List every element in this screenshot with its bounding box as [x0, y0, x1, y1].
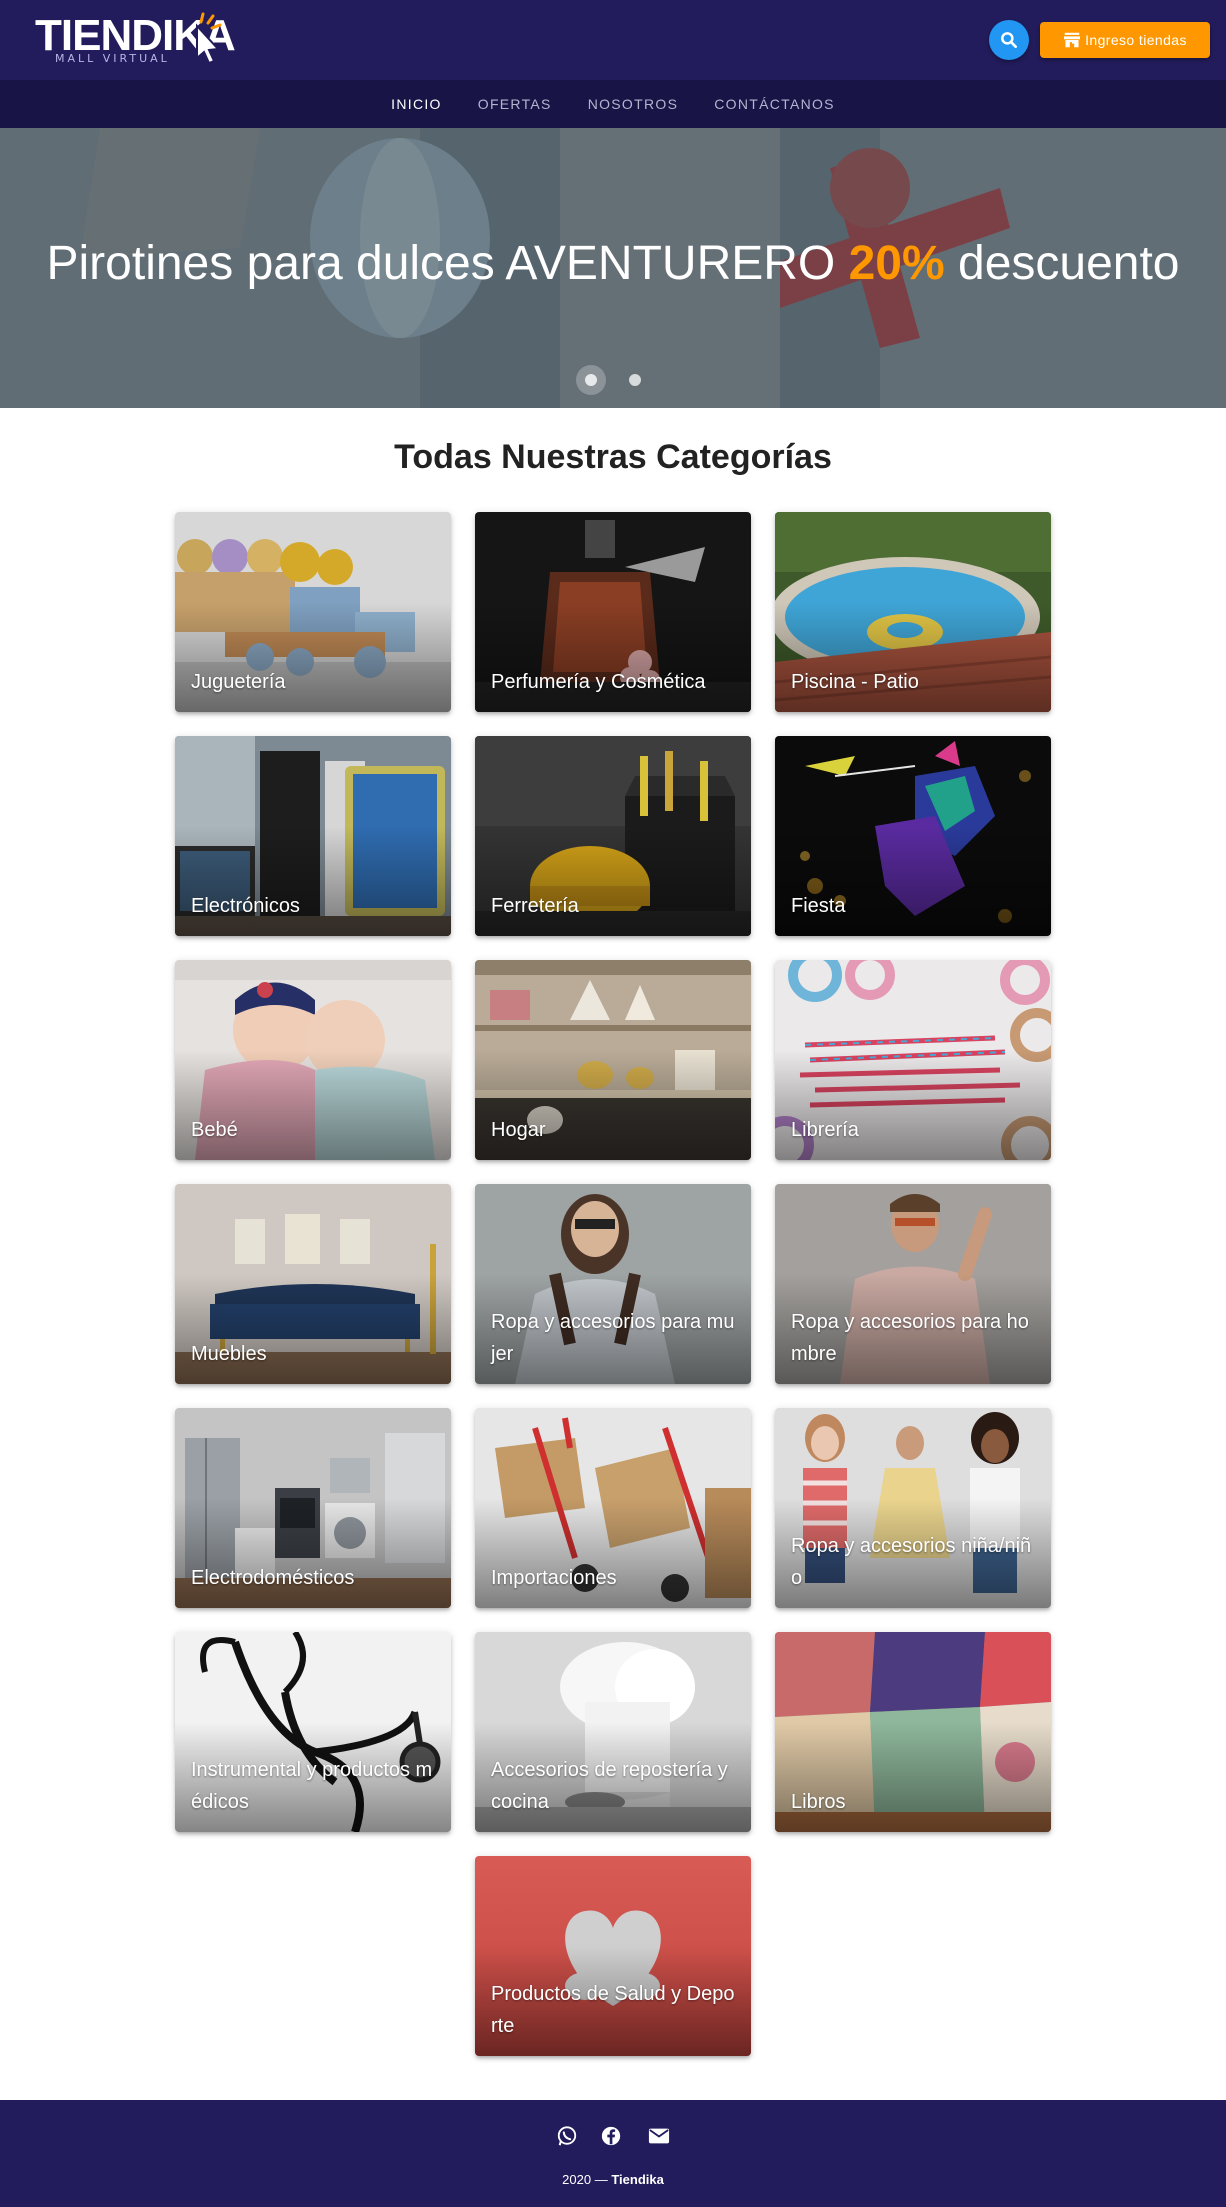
category-card-libreria[interactable]: Librería — [775, 960, 1051, 1160]
category-card-ropa-hombre[interactable]: Ropa y accesorios para hombre — [775, 1184, 1051, 1384]
category-card-muebles[interactable]: Muebles — [175, 1184, 451, 1384]
category-card-libros[interactable]: Libros — [775, 1632, 1051, 1832]
category-card-fiesta[interactable]: Fiesta — [775, 736, 1051, 936]
email-link[interactable] — [645, 2122, 673, 2150]
category-label: Libros — [791, 1791, 846, 1813]
category-label: Ropa y accesorios para hombre — [791, 1311, 1029, 1365]
email-icon — [648, 2128, 670, 2144]
category-card-ropa-mujer[interactable]: Ropa y accesorios para mujer — [475, 1184, 751, 1384]
category-label: Accesorios de repostería y cocina — [491, 1759, 728, 1813]
category-card-ferreteria[interactable]: Ferretería — [475, 736, 751, 936]
whatsapp-icon — [557, 2126, 577, 2146]
nav-nosotros[interactable]: NOSOTROS — [570, 80, 697, 128]
category-card-jugueteria[interactable]: Juguetería — [175, 512, 451, 712]
footer-brand: Tiendika — [611, 2172, 664, 2187]
category-card-reposteria-cocina[interactable]: Accesorios de repostería y cocina — [475, 1632, 751, 1832]
search-icon — [1001, 32, 1017, 49]
store-icon — [1064, 32, 1081, 48]
category-label: Juguetería — [191, 671, 286, 693]
carousel-dot-1[interactable] — [576, 365, 606, 395]
category-label: Hogar — [491, 1119, 546, 1141]
category-card-electrodomesticos[interactable]: Electrodomésticos — [175, 1408, 451, 1608]
category-label: Fiesta — [791, 895, 846, 917]
category-card-piscina-patio[interactable]: Piscina - Patio — [775, 512, 1051, 712]
facebook-icon — [601, 2126, 621, 2146]
category-card-bebe[interactable]: Bebé — [175, 960, 451, 1160]
store-login-button[interactable]: Ingreso tiendas — [1040, 22, 1210, 58]
category-label: Piscina - Patio — [791, 671, 919, 693]
category-label: Instrumental y productos médicos — [191, 1759, 433, 1813]
nav-contactanos[interactable]: CONTÁCTANOS — [696, 80, 853, 128]
category-label: Librería — [791, 1119, 859, 1141]
category-label: Productos de Salud y Deporte — [491, 1983, 735, 2037]
category-card-importaciones[interactable]: Importaciones — [475, 1408, 751, 1608]
footer: 2020 — Tiendika — [0, 2100, 1226, 2207]
hero-carousel[interactable]: Pirotines para dulces AVENTURERO 20% des… — [0, 128, 1226, 408]
category-label: Importaciones — [491, 1567, 617, 1589]
category-label: Electrónicos — [191, 895, 300, 917]
category-label: Muebles — [191, 1343, 267, 1365]
top-app-bar: TIENDIKA MALL VIRTUAL Ingreso tiendas — [0, 0, 1226, 80]
categories-title: Todas Nuestras Categorías — [394, 438, 832, 476]
category-card-hogar[interactable]: Hogar — [475, 960, 751, 1160]
nav-ofertas[interactable]: OFERTAS — [460, 80, 570, 128]
category-label: Bebé — [191, 1119, 238, 1141]
whatsapp-link[interactable] — [553, 2122, 581, 2150]
main-nav: INICIO OFERTAS NOSOTROS CONTÁCTANOS — [0, 80, 1226, 128]
category-label: Electrodomésticos — [191, 1567, 355, 1589]
category-card-ropa-ninos[interactable]: Ropa y accesorios niña/niño — [775, 1408, 1051, 1608]
hero-headline: Pirotines para dulces AVENTURERO 20% des… — [46, 237, 1180, 290]
search-button[interactable] — [989, 20, 1029, 60]
logo-subtitle: MALL VIRTUAL — [55, 52, 170, 65]
category-card-salud-deporte[interactable]: Productos de Salud y Deporte — [475, 1856, 751, 2056]
category-card-perfumeria[interactable]: Perfumería y Cosmética — [475, 512, 751, 712]
carousel-dot-2[interactable] — [629, 374, 641, 386]
tiendika-logo[interactable]: TIENDIKA MALL VIRTUAL — [35, 12, 236, 68]
copyright-text: 2020 — Tiendika — [562, 2172, 664, 2187]
nav-inicio[interactable]: INICIO — [373, 80, 460, 128]
category-label: Ferretería — [491, 895, 579, 917]
category-label: Ropa y accesorios para mujer — [491, 1311, 735, 1365]
store-login-label: Ingreso tiendas — [1085, 32, 1187, 48]
logo-cursor-icon — [196, 12, 222, 64]
category-label: Ropa y accesorios niña/niño — [791, 1535, 1032, 1589]
category-label: Perfumería y Cosmética — [491, 671, 706, 693]
category-card-instrumental-medico[interactable]: Instrumental y productos médicos — [175, 1632, 451, 1832]
category-card-electronicos[interactable]: Electrónicos — [175, 736, 451, 936]
facebook-link[interactable] — [597, 2122, 625, 2150]
